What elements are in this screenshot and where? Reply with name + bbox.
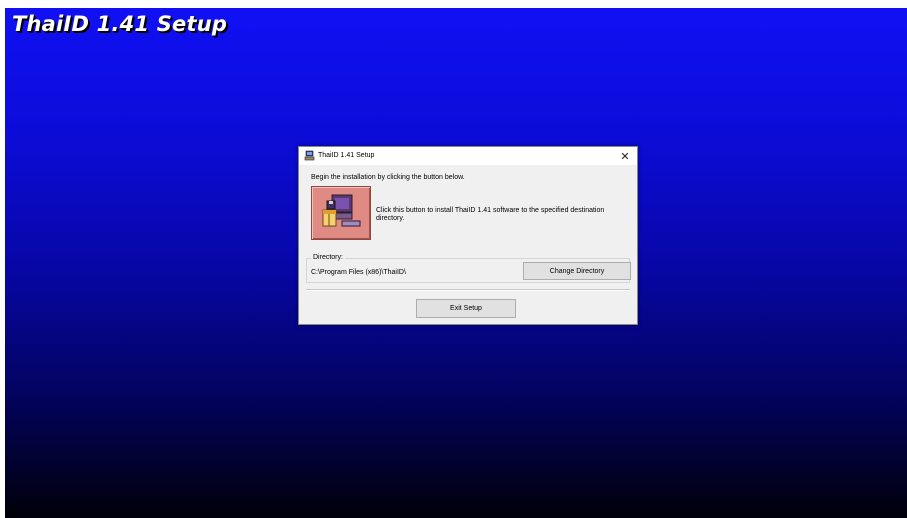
install-button[interactable] <box>311 186 371 240</box>
setup-banner-title: ThaiID 1.41 Setup <box>12 12 228 36</box>
instruction-text: Begin the installation by clicking the b… <box>311 174 465 181</box>
setup-background: ThaiID 1.41 Setup ThaiID 1.41 Setup ✕ Be… <box>5 8 907 518</box>
dialog-title: ThaiID 1.41 Setup <box>318 152 375 159</box>
exit-setup-button[interactable]: Exit Setup <box>416 299 516 318</box>
directory-path: C:\Program Files (x86)\ThaiID\ <box>311 269 406 276</box>
directory-label: Directory: <box>311 254 345 261</box>
dialog-titlebar[interactable]: ThaiID 1.41 Setup ✕ <box>299 147 637 165</box>
divider <box>306 289 630 291</box>
install-computer-icon <box>322 194 361 227</box>
change-directory-button[interactable]: Change Directory <box>523 262 631 280</box>
install-description: Click this button to install ThaiID 1.41… <box>376 207 605 222</box>
close-icon[interactable]: ✕ <box>613 147 637 165</box>
setup-computer-icon <box>304 150 315 161</box>
directory-group: Directory: C:\Program Files (x86)\ThaiID… <box>306 254 631 283</box>
setup-dialog: ThaiID 1.41 Setup ✕ Begin the installati… <box>298 146 638 325</box>
